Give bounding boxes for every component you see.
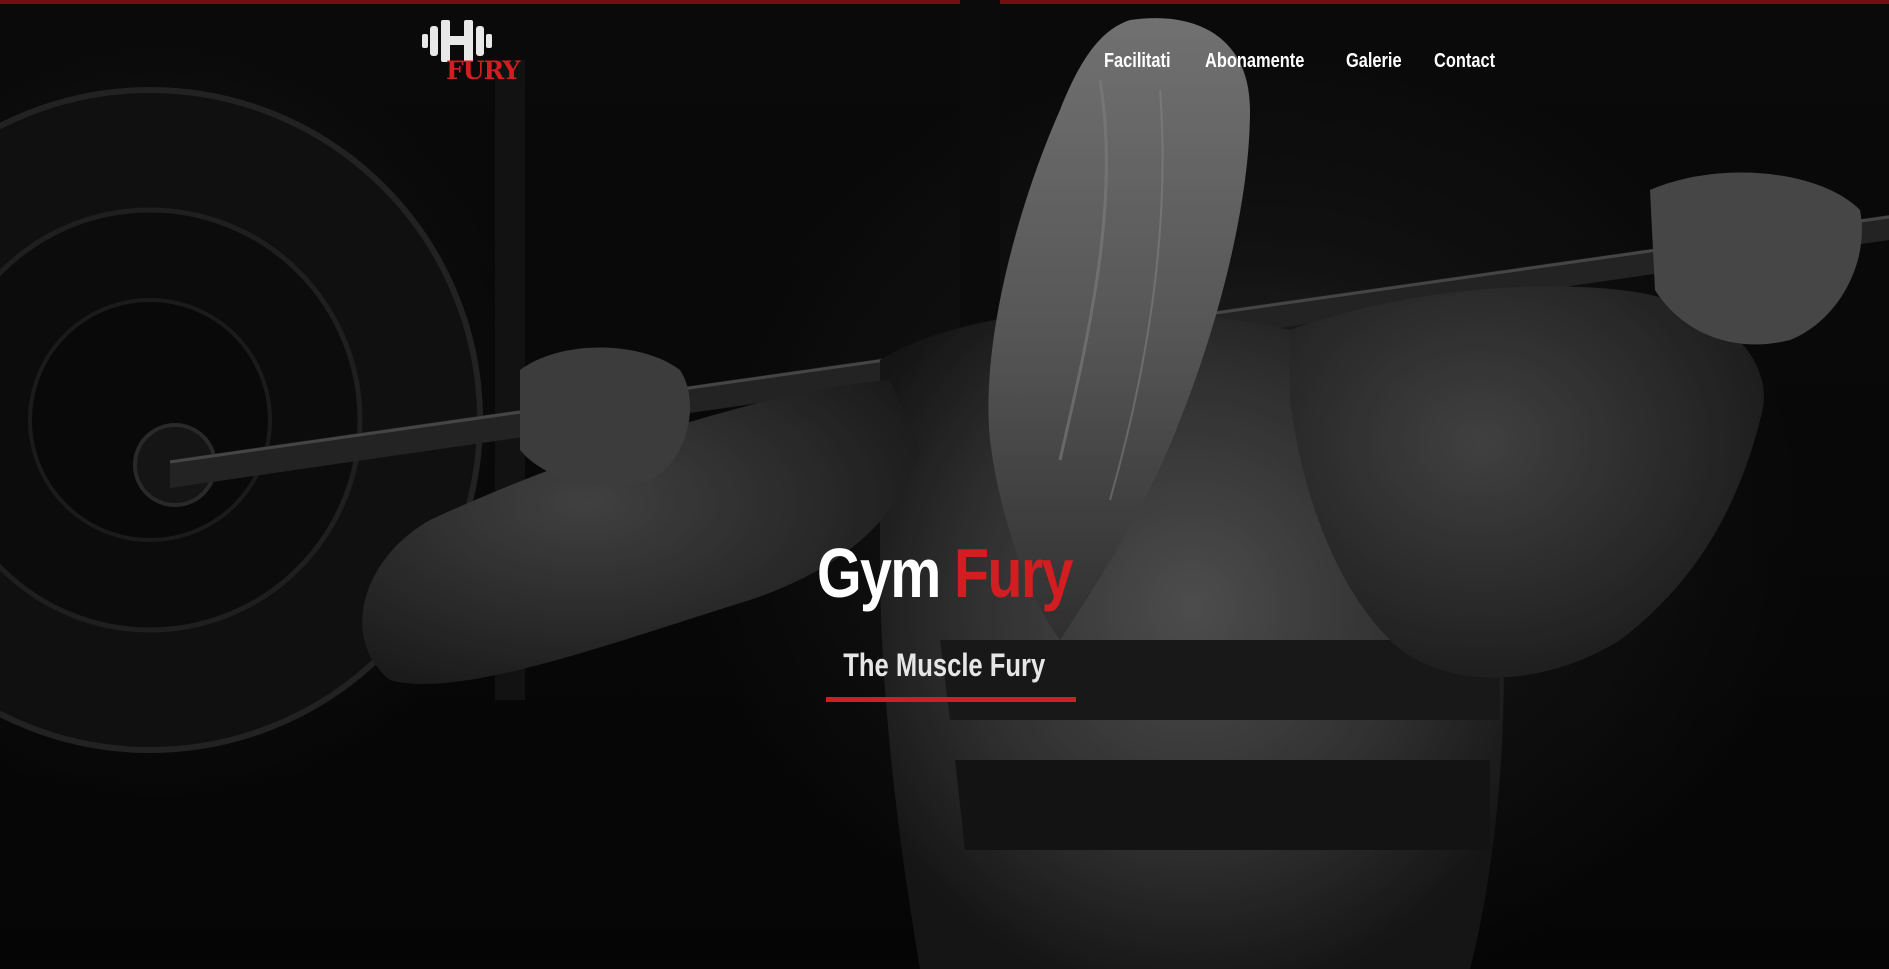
- nav-abonamente[interactable]: Abonamente: [1205, 50, 1304, 73]
- subtitle-underline: [826, 697, 1076, 702]
- hero-title-accent: Fury: [954, 534, 1073, 612]
- dark-overlay: [0, 0, 1889, 969]
- hero-subtitle-text: The Muscle Fury: [843, 647, 1046, 683]
- nav-facilitati[interactable]: Facilitati: [1104, 50, 1171, 73]
- gym-logo[interactable]: FURY: [418, 18, 520, 90]
- hero-title: Gym Fury: [0, 533, 1889, 613]
- hero-subtitle: The Muscle Fury: [0, 645, 1889, 685]
- logo-text: FURY: [446, 56, 520, 85]
- landing-page: FURY Facilitati Abonamente Galerie Conta…: [0, 0, 1889, 969]
- nav-galerie[interactable]: Galerie: [1346, 50, 1402, 73]
- main-nav: Facilitati Abonamente Galerie Contact: [1104, 50, 1497, 73]
- nav-contact[interactable]: Contact: [1434, 50, 1495, 73]
- hero-title-main: Gym: [817, 534, 941, 612]
